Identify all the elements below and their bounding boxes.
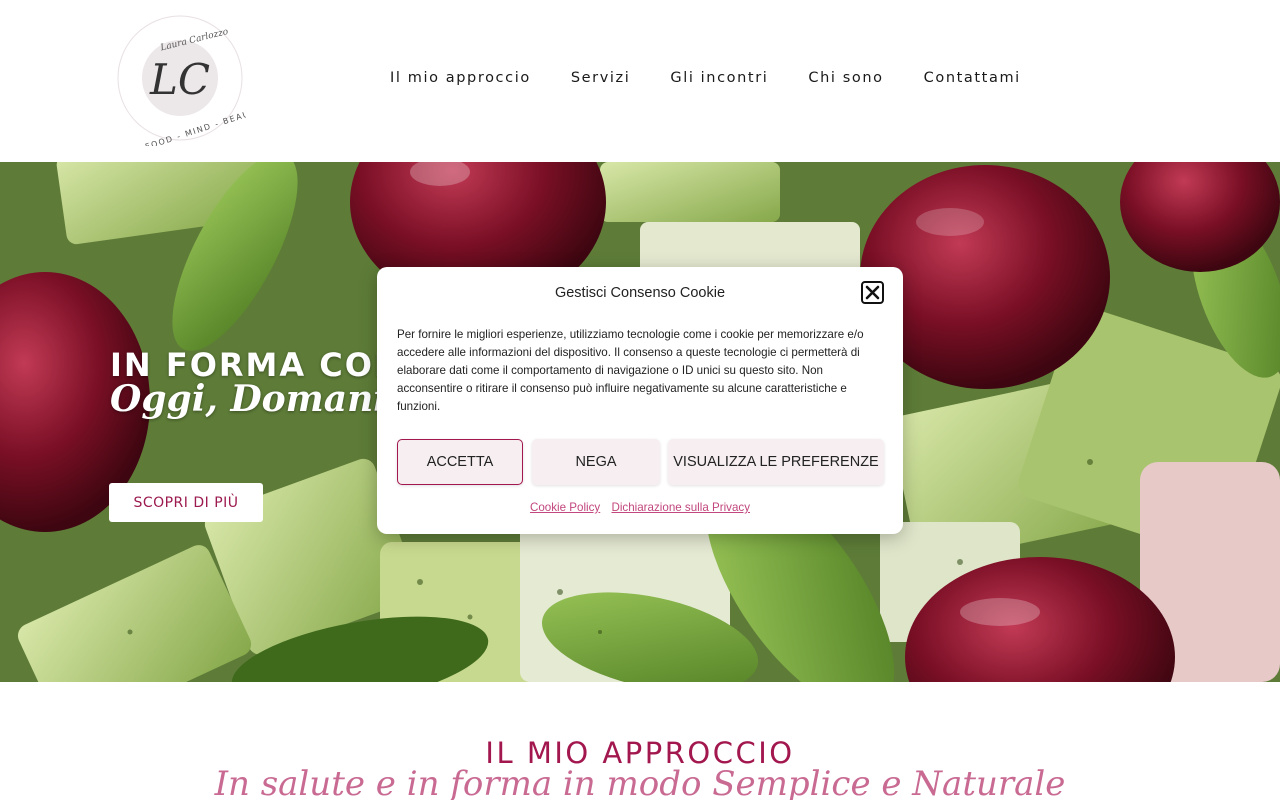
- accept-button[interactable]: ACCETTA: [397, 439, 523, 485]
- nav-item-servizi[interactable]: Servizi: [571, 70, 631, 86]
- logo-initials: LC: [149, 55, 210, 104]
- nav-item-contattami[interactable]: Contattami: [924, 70, 1021, 86]
- logo[interactable]: LC Laura Carlozzo FOOD - MIND - BEAUTY: [110, 14, 263, 152]
- nav-item-approccio[interactable]: Il mio approccio: [390, 70, 531, 86]
- view-preferences-button[interactable]: VISUALIZZA LE PREFERENZE: [668, 439, 884, 485]
- site-header: LC Laura Carlozzo FOOD - MIND - BEAUTY I…: [0, 0, 1280, 162]
- policy-links: Cookie Policy Dichiarazione sulla Privac…: [377, 501, 903, 514]
- nav-item-chi-sono[interactable]: Chi sono: [808, 70, 883, 86]
- approach-subtitle: In salute e in forma in modo Semplice e …: [214, 764, 1066, 800]
- cookie-policy-link[interactable]: Cookie Policy: [530, 501, 600, 514]
- deny-button[interactable]: NEGA: [532, 439, 660, 485]
- nav-item-incontri[interactable]: Gli incontri: [670, 70, 768, 86]
- main-nav: Il mio approccio Servizi Gli incontri Ch…: [390, 70, 1021, 86]
- logo-emblem: LC Laura Carlozzo FOOD - MIND - BEAUTY: [117, 15, 263, 152]
- discover-more-button[interactable]: SCOPRI DI PIÙ: [109, 483, 263, 522]
- hero-subtitle: Oggi, Domani,: [110, 378, 400, 420]
- modal-title: Gestisci Consenso Cookie: [554, 285, 726, 301]
- cookie-description: Per fornire le migliori esperienze, util…: [397, 328, 864, 413]
- close-icon[interactable]: [861, 281, 884, 304]
- privacy-statement-link[interactable]: Dichiarazione sulla Privacy: [611, 501, 750, 514]
- close-x-glyph: [865, 285, 880, 300]
- cookie-consent-modal: Gestisci Consenso Cookie Per fornire le …: [377, 267, 903, 534]
